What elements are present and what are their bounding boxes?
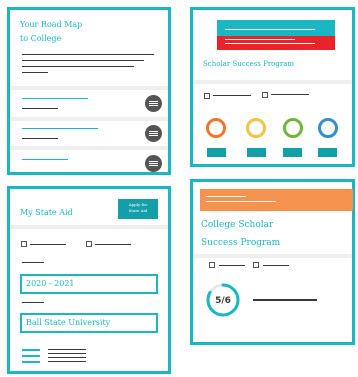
progress-ring: 5/6	[206, 283, 240, 317]
text-placeholder-line	[22, 60, 144, 61]
state-aid-card[interactable]: My State Aid Apply for State Aid 2020 - …	[7, 186, 171, 374]
filter-label	[213, 95, 251, 96]
college-scholar-title-line2: Success Program	[201, 238, 281, 248]
scholar-success-card[interactable]: Scholar Success Program	[190, 7, 355, 167]
state-aid-title: My State Aid	[20, 208, 73, 217]
apply-label-line2: State Aid	[128, 208, 148, 213]
college-scholar-card[interactable]: College Scholar Success Program 5/6	[190, 179, 355, 345]
college-scholar-title-line1: College Scholar	[201, 220, 274, 230]
action-button[interactable]	[318, 148, 337, 157]
progress-label-line	[253, 299, 317, 301]
roadmap-title-line1: Your Road Map	[20, 20, 83, 29]
menu-icon[interactable]	[145, 95, 162, 112]
divider	[193, 80, 352, 84]
list-item-text	[22, 138, 58, 139]
divider	[10, 86, 168, 90]
list-item-link[interactable]	[22, 159, 68, 160]
action-button[interactable]	[283, 148, 302, 157]
list-item-link[interactable]	[22, 128, 98, 129]
banner-red	[217, 36, 335, 50]
divider	[10, 225, 168, 229]
progress-ring-green-icon	[283, 118, 303, 138]
roadmap-title-line2: to College	[20, 34, 62, 43]
filter-label	[30, 244, 66, 245]
year-field[interactable]: 2020 - 2021	[20, 274, 158, 294]
college-scholar-title: College Scholar Success Program	[201, 216, 280, 252]
text-placeholder-line	[22, 66, 134, 67]
banner-teal	[217, 20, 335, 36]
banner-orange	[200, 189, 353, 211]
menu-icon[interactable]	[145, 125, 162, 142]
checkbox[interactable]	[253, 262, 259, 268]
scholar-success-title: Scholar Success Program	[203, 60, 295, 68]
apply-state-aid-button[interactable]: Apply for State Aid	[118, 199, 158, 219]
checkbox[interactable]	[204, 93, 210, 99]
filter-label	[263, 265, 289, 266]
roadmap-title: Your Road Map to College	[20, 18, 82, 46]
action-button[interactable]	[207, 148, 226, 157]
menu-icon[interactable]	[145, 155, 162, 172]
filter-label	[95, 244, 131, 245]
divider	[10, 146, 168, 150]
progress-ring-orange-icon	[206, 118, 226, 138]
text-placeholder-line	[22, 54, 154, 55]
school-field[interactable]: Ball State University	[20, 313, 158, 333]
progress-text: 5/6	[215, 296, 231, 306]
divider	[10, 117, 168, 121]
roadmap-card[interactable]: Your Road Map to College	[7, 7, 171, 175]
checkbox[interactable]	[262, 92, 268, 98]
list-item-link[interactable]	[22, 98, 88, 99]
filter-label	[271, 94, 309, 95]
field-label	[22, 302, 44, 303]
progress-ring-blue-icon	[318, 118, 338, 138]
checkbox[interactable]	[209, 262, 215, 268]
filter-label	[219, 265, 245, 266]
list-item-text	[22, 108, 58, 109]
checkbox[interactable]	[21, 241, 27, 247]
action-button[interactable]	[247, 148, 266, 157]
divider	[193, 254, 352, 258]
text-placeholder-line	[22, 72, 48, 73]
field-label	[22, 262, 44, 263]
checkbox[interactable]	[86, 241, 92, 247]
progress-ring-yellow-icon	[246, 118, 266, 138]
